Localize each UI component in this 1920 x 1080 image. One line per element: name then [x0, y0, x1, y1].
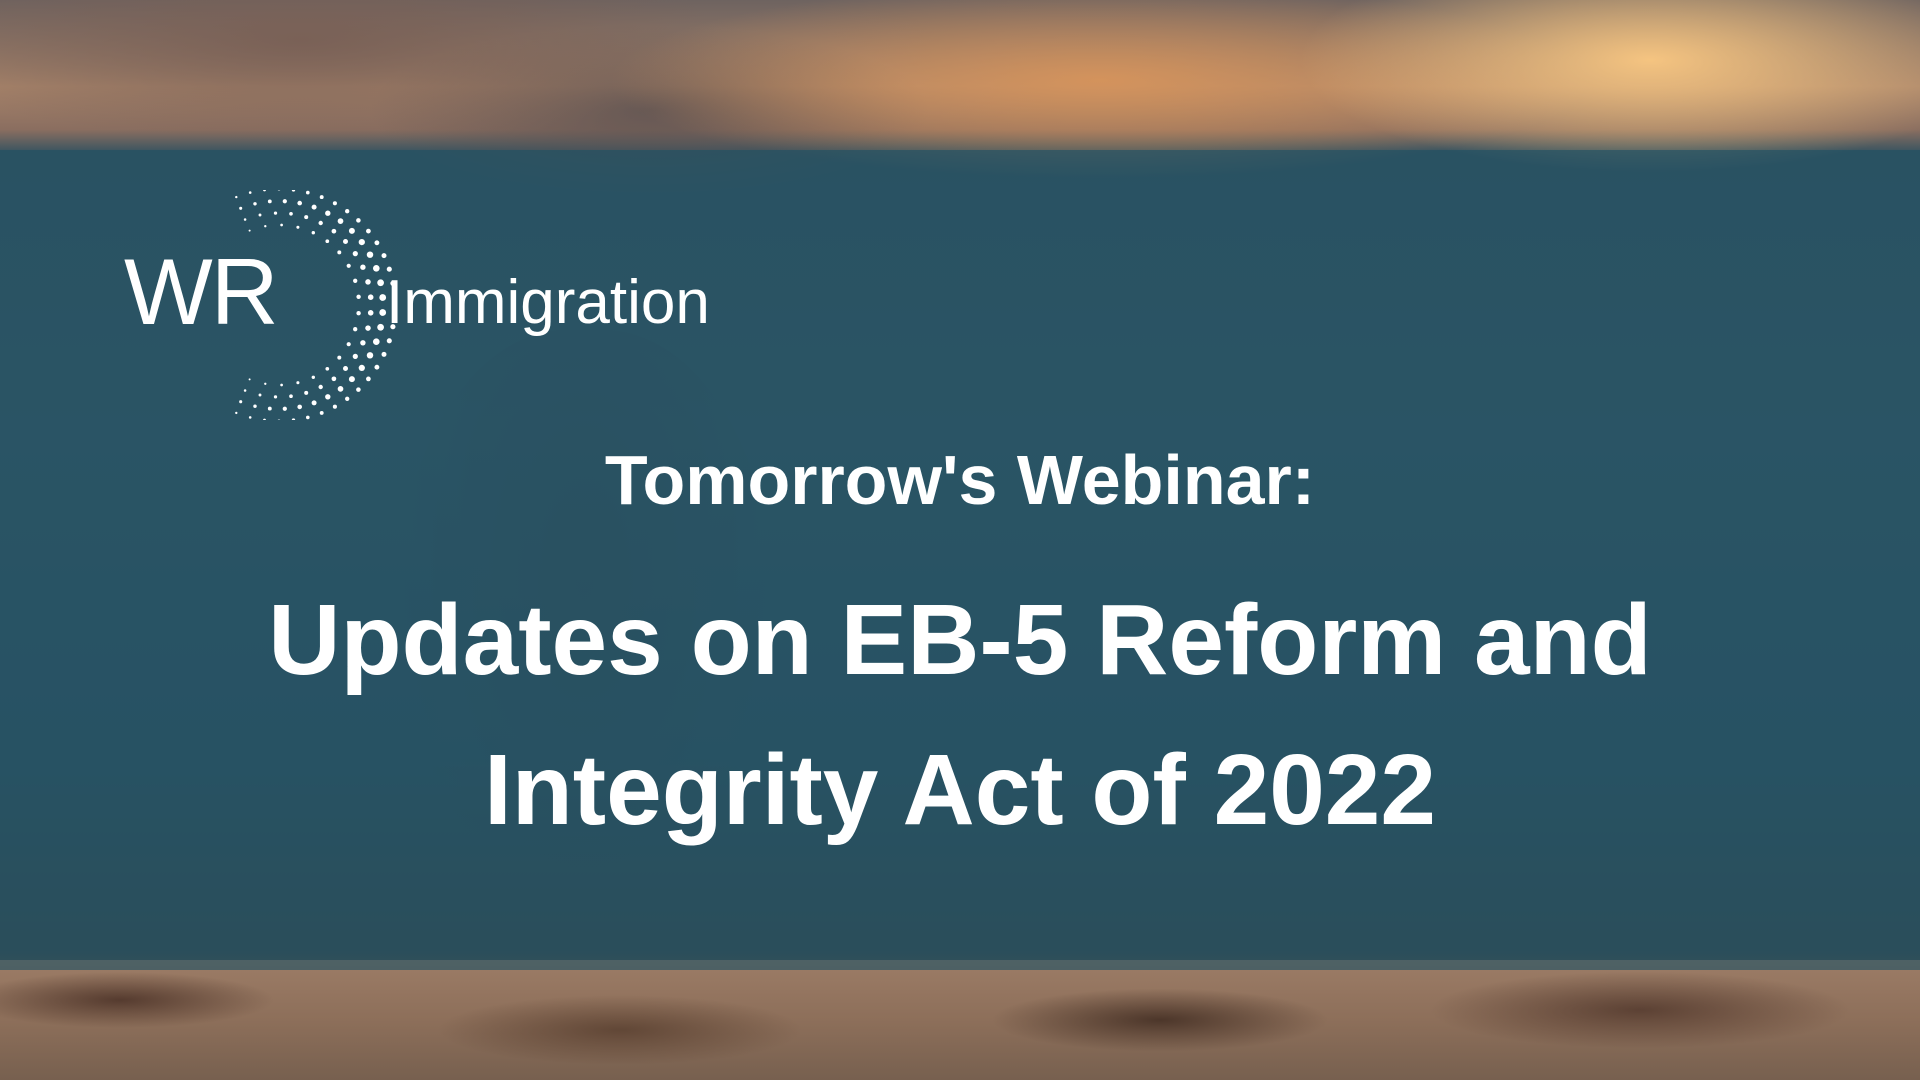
logo-mark: WR: [124, 239, 279, 344]
webinar-title: Updates on EB-5 Reform and Integrity Act…: [0, 565, 1920, 865]
webinar-eyebrow: Tomorrow's Webinar:: [604, 441, 1316, 519]
title-line-2: Integrity Act of 2022: [483, 734, 1437, 846]
background-shore: [0, 960, 1920, 1080]
webinar-banner: WR Immigration Tomorrow's Webinar: Updat…: [0, 0, 1920, 1080]
title-line-1: Updates on EB-5 Reform and: [268, 584, 1652, 696]
logo-wordmark: Immigration: [386, 268, 710, 337]
brand-logo: WR Immigration: [124, 190, 784, 420]
